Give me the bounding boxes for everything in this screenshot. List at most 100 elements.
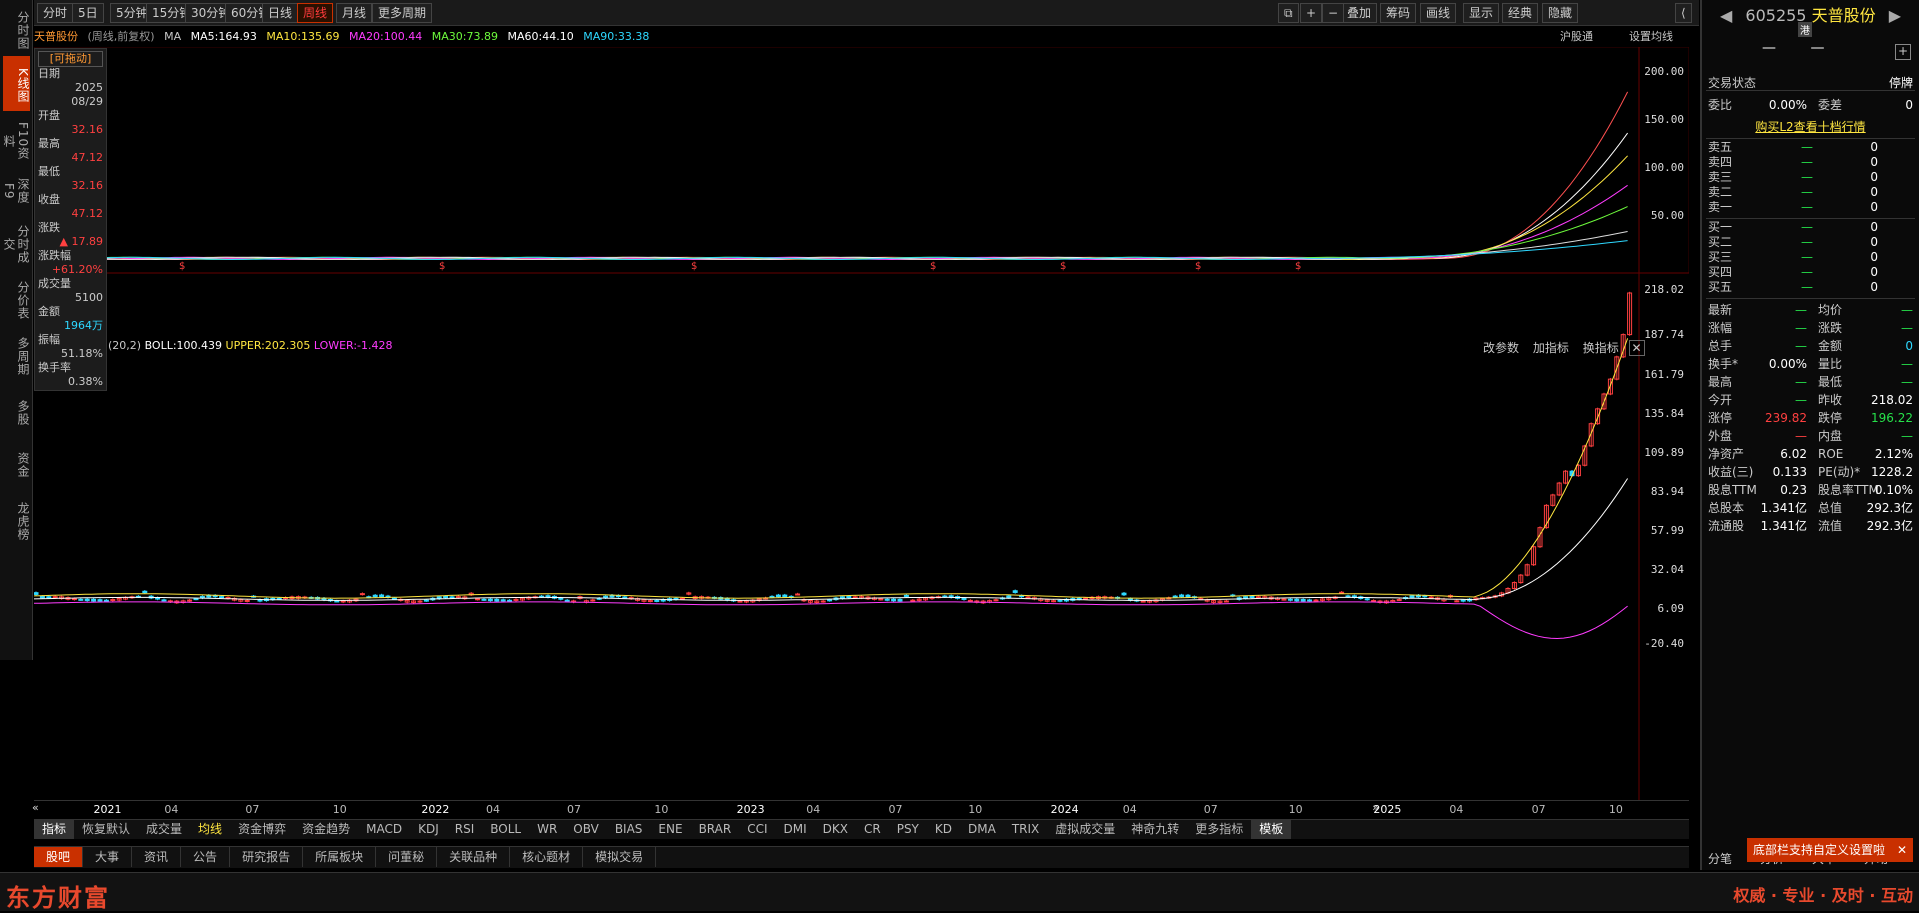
ohlc-tooltip[interactable]: [可拖动] 日期 2025 08/29 开盘 32.16 最高 47.12 最低 32.16 收盘 4… [34,48,107,391]
collapse-panel-icon[interactable]: ⟨ [1675,3,1692,23]
indicator-19[interactable]: PSY [889,820,927,839]
indicator-21[interactable]: DMA [960,820,1004,839]
bottom-tab-4[interactable]: 研究报告 [230,847,304,867]
brand-logo[interactable]: 东方财富 [6,878,110,913]
indicator-26[interactable]: 模板 [1251,820,1292,839]
period-button-1[interactable]: 5日 [72,3,104,23]
period-button-9[interactable]: 更多周期 [372,3,433,23]
indicator-25[interactable]: 更多指标 [1187,820,1251,839]
indicator-8[interactable]: RSI [447,820,483,839]
indicator-2[interactable]: 成交量 [138,820,190,839]
left-nav-5[interactable]: 分价表 [3,272,30,324]
boll-lower-line [34,601,1628,640]
tool-button-3[interactable]: 画线 [1420,3,1457,23]
tool-button-1[interactable]: 叠加 [1341,3,1378,23]
l2-link[interactable]: 购买L2查看十档行情 [1708,118,1913,136]
indicator-24[interactable]: 神奇九转 [1123,820,1187,839]
bottom-tab-2[interactable]: 资讯 [132,847,182,867]
left-nav-3[interactable]: 深度F9 [2,166,30,212]
buy-name: 买三 [1708,250,1733,264]
indicator-1[interactable]: 恢复默认 [74,820,138,839]
zoom-out-icon[interactable]: − [1322,3,1345,23]
tool-button-6[interactable]: 隐藏 [1542,3,1579,23]
swap-indicator-link[interactable]: 换指标 [1583,341,1619,355]
period-button-0[interactable]: 分时 [37,3,74,23]
left-nav-2[interactable]: F10资料 [2,115,30,163]
kline-chart[interactable]: 200.00 150.00 100.00 50.00 218.02 187.74 161.7… [34,47,1689,800]
indicator-3[interactable]: 均线 [190,820,230,839]
candle-body [1281,598,1287,601]
time-tick-11: 10 [968,803,983,816]
bottom-tab-1[interactable]: 大事 [83,847,133,867]
promo-close-icon[interactable]: ✕ [1897,838,1907,862]
quote-tab-0[interactable]: 分笔 [1708,850,1732,867]
indicator-7[interactable]: KDJ [410,820,447,839]
close-icon[interactable]: ✕ [1628,340,1645,356]
indicator-5[interactable]: 资金趋势 [294,820,358,839]
left-nav-0[interactable]: 分时图 [3,4,30,52]
time-tick-18: 07 [1531,803,1546,816]
zoom-in-icon[interactable]: + [1300,3,1323,23]
indicator-12[interactable]: BIAS [607,820,651,839]
hugutong-link[interactable]: 沪股通 [1560,27,1593,47]
candle-body [993,599,999,602]
sell-volume: 0 [1870,170,1878,184]
indicator-13[interactable]: ENE [650,820,690,839]
indicator-16[interactable]: DMI [776,820,815,839]
indicator-9[interactable]: BOLL [482,820,529,839]
promo-banner[interactable]: 底部栏支持自定义设置啦 ✕ [1747,838,1913,862]
next-stock-icon[interactable]: ▶ [1889,6,1901,25]
bottom-tab-3[interactable]: 公告 [181,847,231,867]
time-tick-8: 2023 [736,803,765,816]
tool-button-2[interactable]: 筹码 [1380,3,1417,23]
indicator-15[interactable]: CCI [739,820,775,839]
scroll-left-icon[interactable]: « [32,801,39,814]
indicator-17[interactable]: DKX [815,820,856,839]
left-nav-8[interactable]: 资金 [3,440,30,486]
ma-info-bar: 天普股份 (周线,前复权) MA MA5:164.93 MA10:135.69 … [34,27,1699,47]
bottom-tab-0[interactable]: 股吧 [34,847,84,867]
period-button-8[interactable]: 月线 [336,3,373,23]
indicator-11[interactable]: OBV [565,820,607,839]
add-watchlist-icon[interactable]: + [1895,44,1911,60]
time-tick-14: 07 [1203,803,1218,816]
ma-setting-link[interactable]: 设置均线 [1629,27,1673,47]
left-nav-6[interactable]: 多周期 [3,328,30,380]
indicator-18[interactable]: CR [856,820,889,839]
stat-value: 1.341亿 [1760,519,1807,533]
period-button-7[interactable]: 周线 [297,3,334,23]
indicator-23[interactable]: 虚拟成交量 [1047,820,1123,839]
indicator-6[interactable]: MACD [358,820,410,839]
add-indicator-link[interactable]: 加指标 [1533,341,1569,355]
left-nav-4[interactable]: 分时成交 [2,215,30,269]
bottom-tab-8[interactable]: 核心题材 [510,847,584,867]
bottom-tab-9[interactable]: 模拟交易 [583,847,657,867]
bottom-tab-5[interactable]: 所属板块 [303,847,377,867]
tool-button-5[interactable]: 经典 [1502,3,1539,23]
bottom-tab-7[interactable]: 关联品种 [437,847,511,867]
scroll-right-icon[interactable]: » [1372,801,1379,814]
stock-name[interactable]: 天普股份 [34,30,78,43]
time-tick-17: 04 [1449,803,1464,816]
tool-button-4[interactable]: 显示 [1463,3,1500,23]
screenshot-icon[interactable]: ⧉ [1278,3,1299,23]
change-params-link[interactable]: 改参数 [1483,341,1519,355]
time-tick-10: 07 [888,803,903,816]
indicator-22[interactable]: TRIX [1004,820,1047,839]
indicator-14[interactable]: BRAR [691,820,740,839]
time-tick-9: 04 [806,803,821,816]
period-button-6[interactable]: 日线 [262,3,299,23]
prev-stock-icon[interactable]: ◀ [1720,6,1732,25]
indicator-10[interactable]: WR [529,820,565,839]
candle-body [334,600,340,603]
indicator-0[interactable]: 指标 [34,820,75,839]
indicator-4[interactable]: 资金博弈 [230,820,294,839]
candle-body [187,599,193,602]
left-nav-7[interactable]: 多股 [3,385,30,437]
left-nav-9[interactable]: 龙虎榜 [3,490,30,548]
indicator-20[interactable]: KD [927,820,960,839]
bottom-tab-6[interactable]: 问董秘 [376,847,438,867]
candle-body [846,595,852,599]
ohlc-close: 47.12 [71,207,104,220]
left-nav-1[interactable]: K线图 [3,56,30,111]
